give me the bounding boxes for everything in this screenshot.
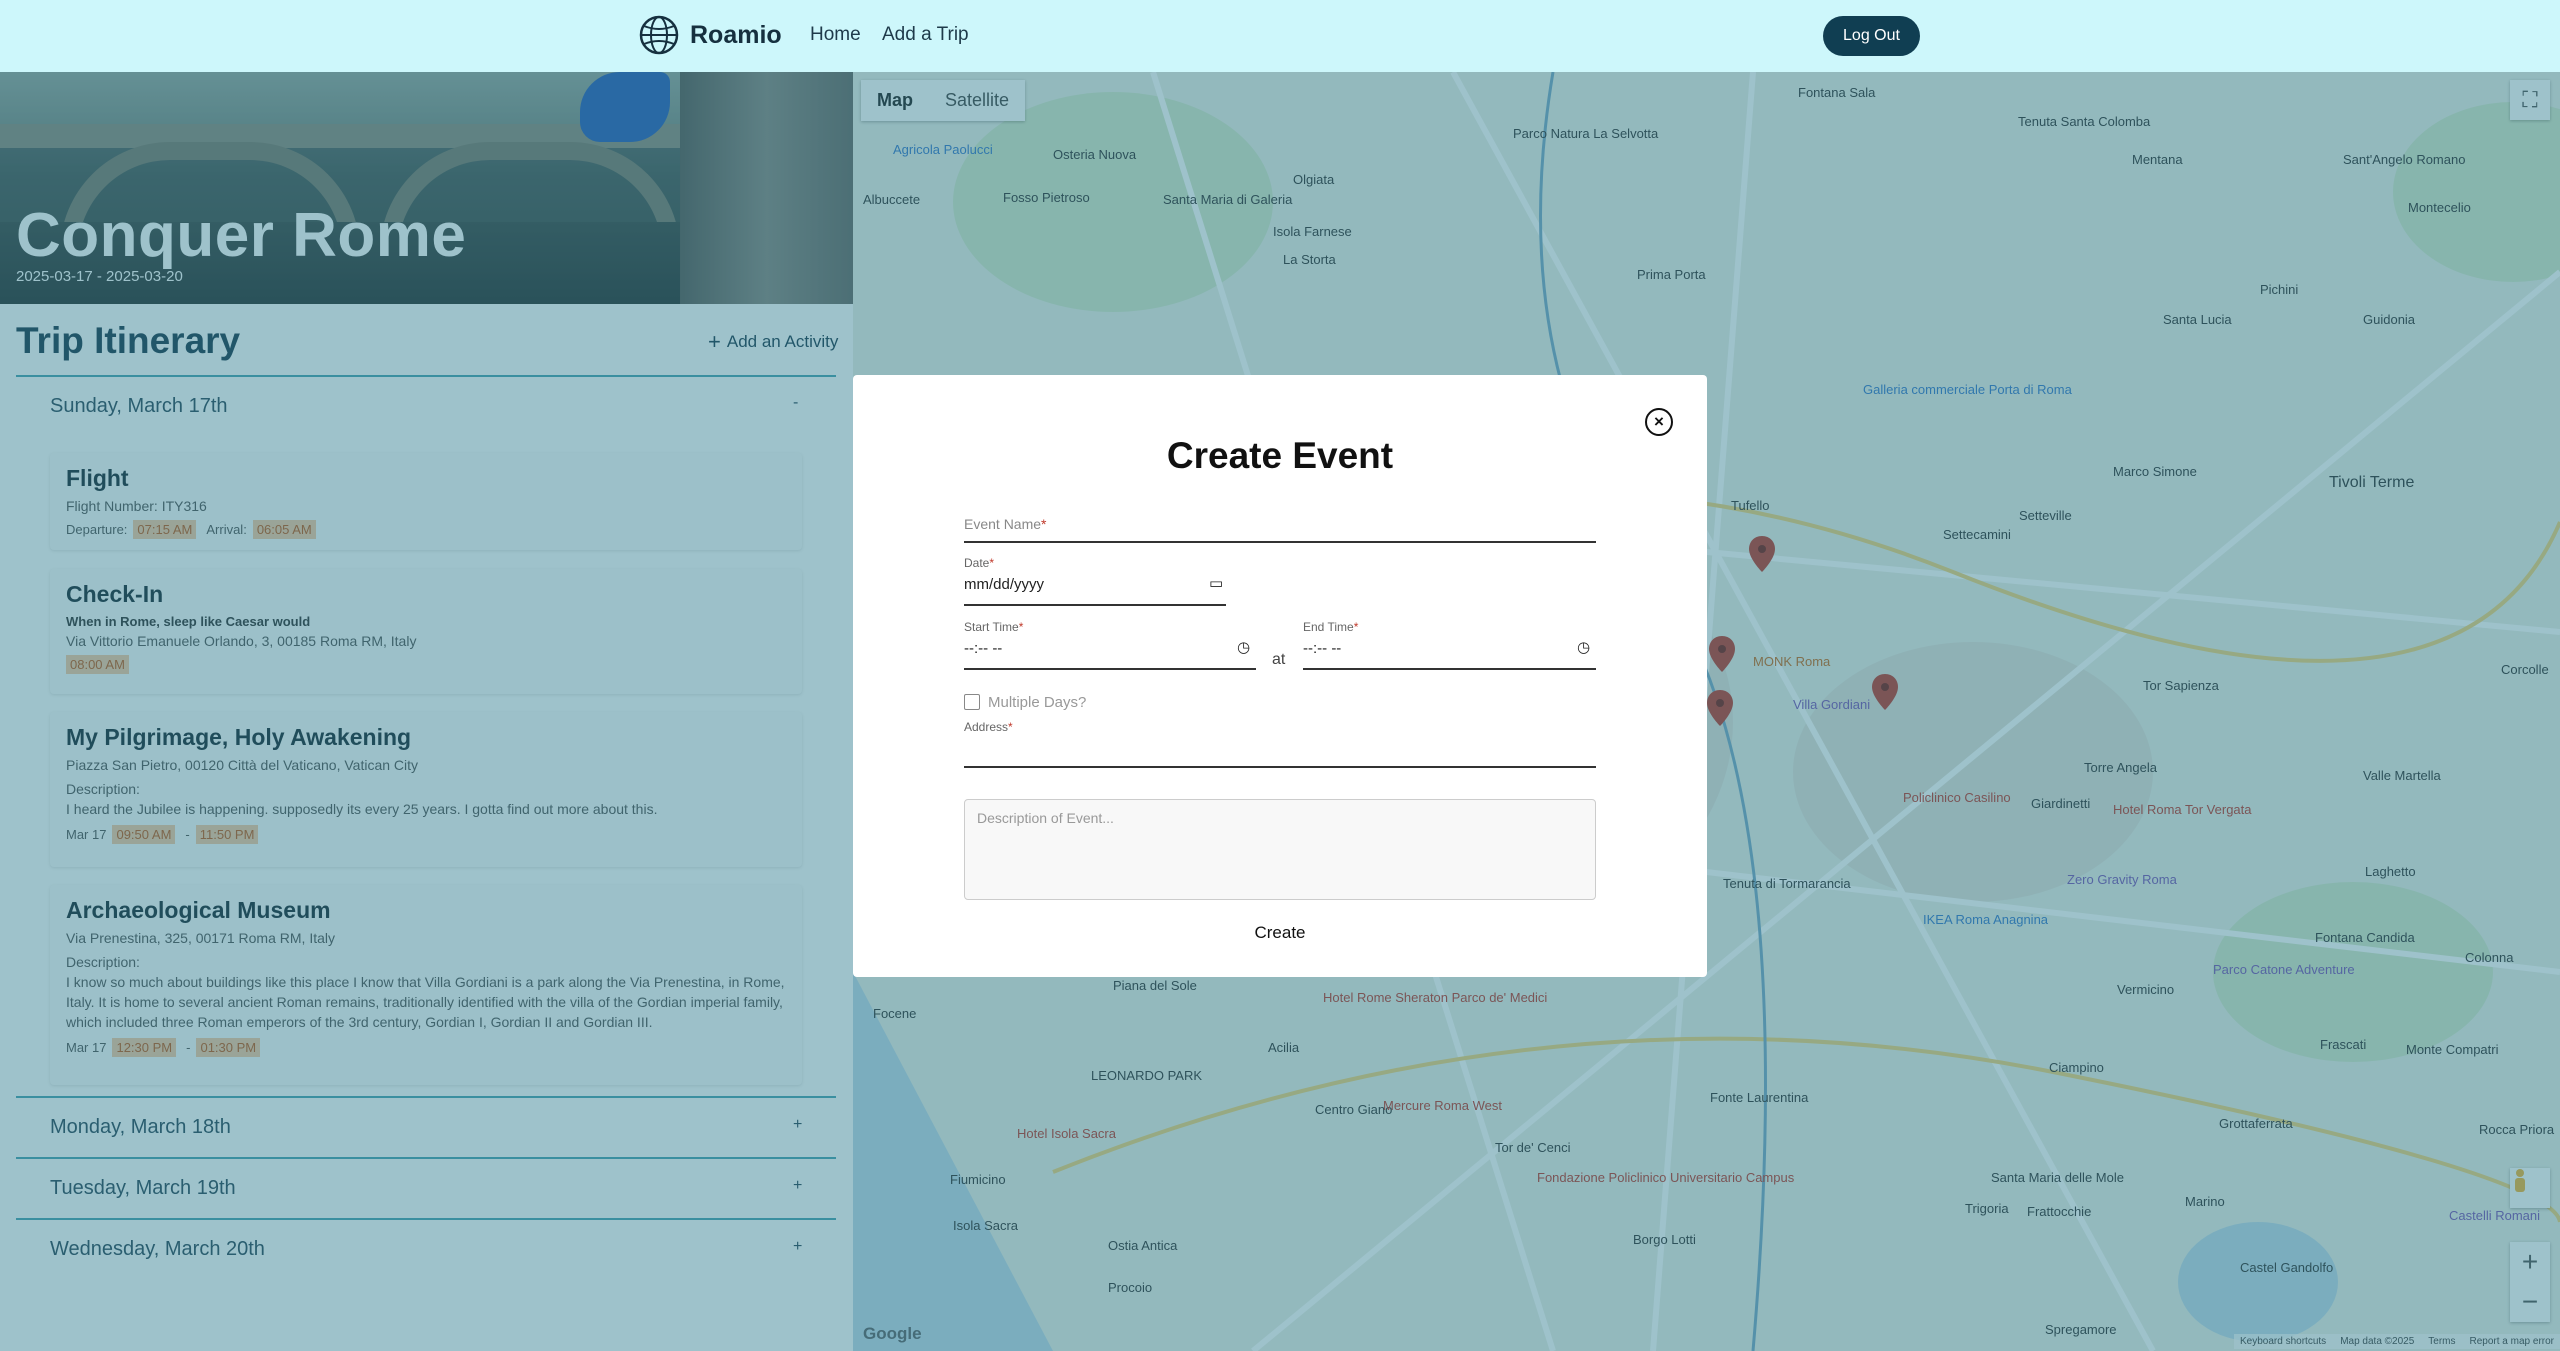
at-text: at — [1272, 651, 1286, 668]
date-underline — [964, 604, 1226, 606]
event-name-label: Event Name — [964, 516, 1042, 532]
address-underline — [964, 766, 1596, 768]
clock-icon[interactable]: ◷ — [1577, 638, 1590, 656]
address-input[interactable] — [964, 735, 1596, 765]
required-marker: * — [989, 556, 995, 570]
required-marker: * — [1008, 720, 1013, 734]
top-nav: Roamio Home Add a Trip Log Out — [0, 0, 2560, 72]
close-icon[interactable]: × — [1645, 408, 1673, 436]
event-name-field[interactable]: Event Name* — [964, 516, 1047, 532]
date-input[interactable]: mm/dd/yyyy — [964, 576, 1044, 593]
start-time-label: Start Time — [964, 620, 1019, 634]
address-label-group: Address* — [964, 720, 1013, 734]
end-time-input[interactable]: --:-- -- — [1303, 640, 1341, 657]
start-time-label-group: Start Time* — [964, 620, 1023, 634]
required-marker: * — [1041, 516, 1047, 532]
description-textarea[interactable]: Description of Event... — [964, 799, 1596, 900]
start-time-underline — [964, 668, 1256, 670]
date-label-group: Date* — [964, 556, 994, 570]
modal-backdrop[interactable] — [0, 72, 853, 1351]
end-time-label: End Time — [1303, 620, 1354, 634]
create-event-modal: × Create Event Event Name* Date* mm/dd/y… — [853, 375, 1707, 977]
required-marker: * — [1018, 620, 1024, 634]
required-marker: * — [1353, 620, 1359, 634]
trip-panel: Conquer Rome 2025-03-17 - 2025-03-20 Tri… — [0, 72, 853, 1351]
brand-name: Roamio — [690, 20, 782, 49]
event-name-underline — [964, 541, 1596, 543]
date-label: Date — [964, 556, 990, 570]
create-button[interactable]: Create — [853, 923, 1707, 943]
multiple-days-label[interactable]: Multiple Days? — [988, 694, 1086, 711]
clock-icon[interactable]: ◷ — [1237, 638, 1250, 656]
brand[interactable]: Roamio — [638, 14, 782, 56]
globe-icon — [639, 15, 679, 55]
multiple-days-checkbox[interactable] — [964, 694, 980, 710]
nav-home-link[interactable]: Home — [810, 24, 861, 46]
address-label: Address — [964, 720, 1009, 734]
end-time-label-group: End Time* — [1303, 620, 1358, 634]
modal-title: Create Event — [1166, 435, 1394, 476]
calendar-icon[interactable]: ▭ — [1209, 574, 1223, 592]
end-time-underline — [1303, 668, 1596, 670]
start-time-input[interactable]: --:-- -- — [964, 640, 1002, 657]
logout-button[interactable]: Log Out — [1823, 16, 1920, 56]
nav-add-trip-link[interactable]: Add a Trip — [882, 24, 969, 46]
